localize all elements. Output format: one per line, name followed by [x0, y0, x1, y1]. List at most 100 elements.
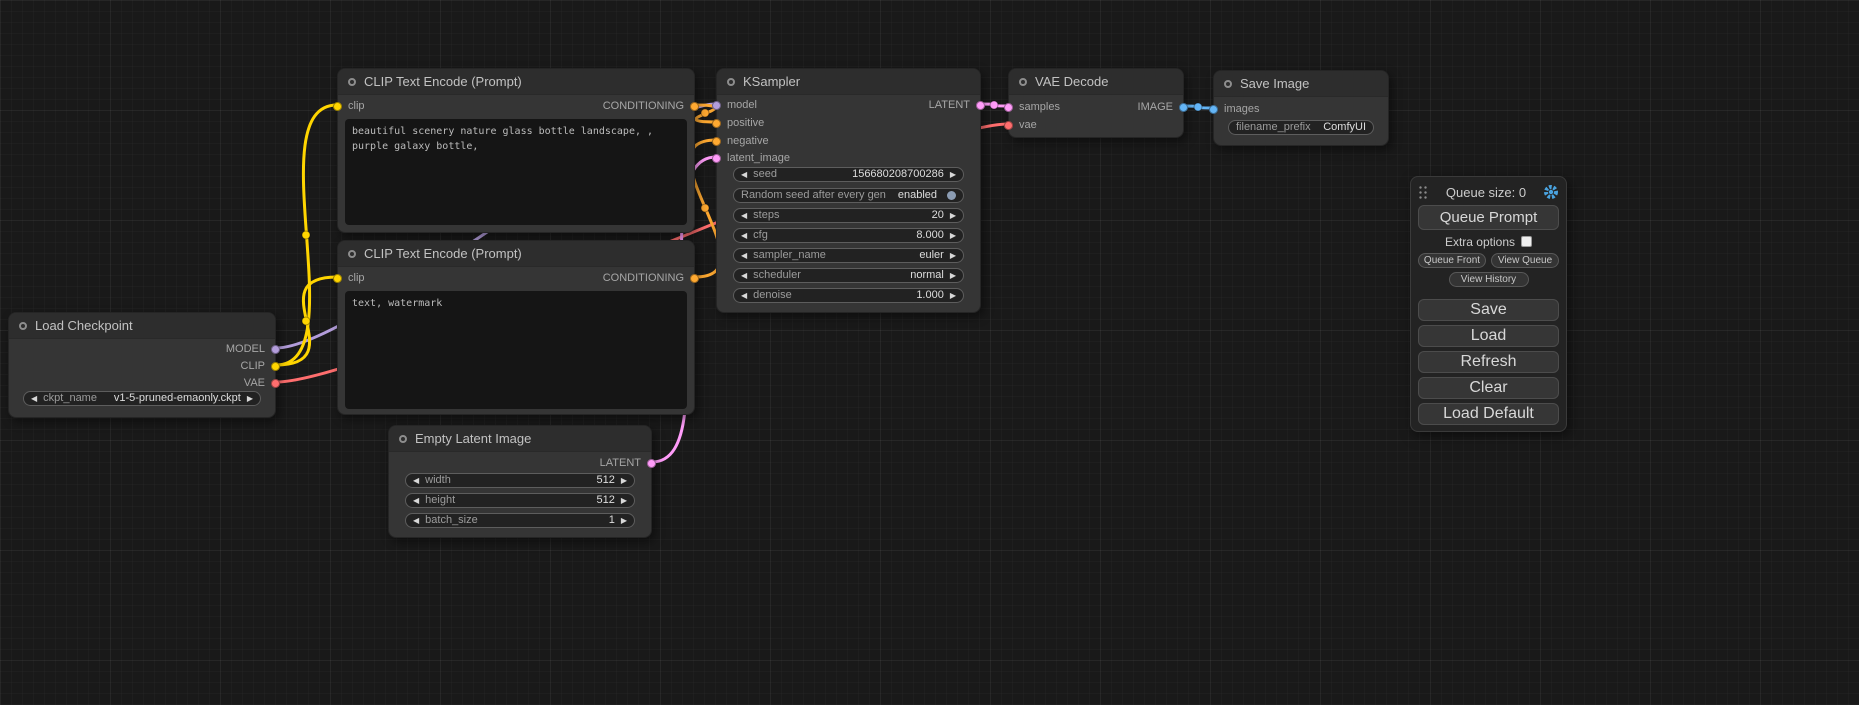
- decrement-arrow-icon[interactable]: ◀: [413, 517, 419, 525]
- decrement-arrow-icon[interactable]: ◀: [741, 252, 747, 260]
- settings-gear-icon[interactable]: [1543, 184, 1559, 200]
- node-ksampler[interactable]: KSampler model positive negative latent_…: [716, 68, 981, 313]
- decrement-arrow-icon[interactable]: ◀: [413, 477, 419, 485]
- filename-prefix-widget[interactable]: filename_prefix ComfyUI: [1228, 120, 1374, 135]
- vae-decode-output-image[interactable]: IMAGE: [1138, 101, 1188, 113]
- queue-front-button[interactable]: Queue Front: [1418, 253, 1486, 268]
- clip-encode-negative-title-bar[interactable]: CLIP Text Encode (Prompt): [338, 241, 694, 267]
- collapse-dot-icon[interactable]: [1019, 78, 1027, 86]
- node-vae-decode[interactable]: VAE Decode samples vae IMAGE: [1008, 68, 1184, 138]
- negative-prompt-textarea[interactable]: text, watermark: [345, 291, 687, 409]
- decrement-arrow-icon[interactable]: ◀: [741, 272, 747, 280]
- ksampler-title-bar[interactable]: KSampler: [717, 69, 980, 95]
- random-seed-toggle[interactable]: Random seed after every gen enabled: [733, 188, 964, 203]
- image-port-icon[interactable]: [1209, 105, 1218, 114]
- increment-arrow-icon[interactable]: ▶: [950, 272, 956, 280]
- decrement-arrow-icon[interactable]: ◀: [741, 171, 747, 179]
- drag-handle-icon[interactable]: [1418, 185, 1429, 199]
- save-button[interactable]: Save: [1418, 299, 1559, 321]
- node-save-image[interactable]: Save Image images filename_prefix ComfyU…: [1213, 70, 1389, 146]
- load-checkpoint-title-bar[interactable]: Load Checkpoint: [9, 313, 275, 339]
- latent-port-icon[interactable]: [647, 459, 656, 468]
- empty-latent-title-bar[interactable]: Empty Latent Image: [389, 426, 651, 452]
- latent-port-icon[interactable]: [712, 154, 721, 163]
- width-widget[interactable]: ◀ width 512 ▶: [405, 473, 635, 488]
- clip-negative-output-conditioning[interactable]: CONDITIONING: [603, 272, 699, 284]
- clip-positive-input-clip[interactable]: clip: [333, 100, 365, 112]
- vae-decode-input-samples[interactable]: samples: [1004, 101, 1060, 113]
- node-load-checkpoint[interactable]: Load Checkpoint MODEL CLIP VAE ◀ ckpt_na…: [8, 312, 276, 418]
- collapse-dot-icon[interactable]: [727, 78, 735, 86]
- conditioning-port-icon[interactable]: [690, 274, 699, 283]
- load-default-button[interactable]: Load Default: [1418, 403, 1559, 425]
- sampler-name-widget[interactable]: ◀ sampler_name euler ▶: [733, 248, 964, 263]
- latent-port-icon[interactable]: [976, 101, 985, 110]
- conditioning-port-icon[interactable]: [690, 102, 699, 111]
- model-port-icon[interactable]: [712, 101, 721, 110]
- load-checkpoint-output-vae[interactable]: VAE: [244, 377, 280, 389]
- increment-arrow-icon[interactable]: ▶: [950, 232, 956, 240]
- cfg-widget[interactable]: ◀ cfg 8.000 ▶: [733, 228, 964, 243]
- collapse-dot-icon[interactable]: [348, 250, 356, 258]
- collapse-dot-icon[interactable]: [348, 78, 356, 86]
- positive-prompt-textarea[interactable]: beautiful scenery nature glass bottle la…: [345, 119, 687, 225]
- collapse-dot-icon[interactable]: [19, 322, 27, 330]
- clip-port-icon[interactable]: [333, 102, 342, 111]
- vae-port-icon[interactable]: [1004, 121, 1013, 130]
- save-image-title-bar[interactable]: Save Image: [1214, 71, 1388, 97]
- increment-arrow-icon[interactable]: ▶: [247, 395, 253, 403]
- seed-widget[interactable]: ◀ seed 156680208700286 ▶: [733, 167, 964, 182]
- increment-arrow-icon[interactable]: ▶: [621, 497, 627, 505]
- ksampler-input-positive[interactable]: positive: [712, 117, 764, 129]
- increment-arrow-icon[interactable]: ▶: [621, 477, 627, 485]
- load-checkpoint-output-model[interactable]: MODEL: [226, 343, 280, 355]
- load-checkpoint-output-clip[interactable]: CLIP: [241, 360, 280, 372]
- image-port-icon[interactable]: [1179, 103, 1188, 112]
- toggle-dot-icon[interactable]: [947, 191, 956, 200]
- decrement-arrow-icon[interactable]: ◀: [741, 212, 747, 220]
- node-empty-latent-image[interactable]: Empty Latent Image LATENT ◀ width 512 ▶ …: [388, 425, 652, 538]
- refresh-button[interactable]: Refresh: [1418, 351, 1559, 373]
- decrement-arrow-icon[interactable]: ◀: [741, 292, 747, 300]
- decrement-arrow-icon[interactable]: ◀: [741, 232, 747, 240]
- increment-arrow-icon[interactable]: ▶: [950, 252, 956, 260]
- vae-decode-input-vae[interactable]: vae: [1004, 119, 1037, 131]
- clip-negative-input-clip[interactable]: clip: [333, 272, 365, 284]
- latent-port-icon[interactable]: [1004, 103, 1013, 112]
- clip-positive-output-conditioning[interactable]: CONDITIONING: [603, 100, 699, 112]
- vae-decode-title-bar[interactable]: VAE Decode: [1009, 69, 1183, 95]
- clip-port-icon[interactable]: [333, 274, 342, 283]
- load-button[interactable]: Load: [1418, 325, 1559, 347]
- height-widget[interactable]: ◀ height 512 ▶: [405, 493, 635, 508]
- increment-arrow-icon[interactable]: ▶: [950, 292, 956, 300]
- ksampler-input-negative[interactable]: negative: [712, 135, 769, 147]
- steps-widget[interactable]: ◀ steps 20 ▶: [733, 208, 964, 223]
- model-port-icon[interactable]: [271, 345, 280, 354]
- increment-arrow-icon[interactable]: ▶: [950, 212, 956, 220]
- conditioning-port-icon[interactable]: [712, 119, 721, 128]
- view-history-button[interactable]: View History: [1449, 272, 1529, 287]
- conditioning-port-icon[interactable]: [712, 137, 721, 146]
- clear-button[interactable]: Clear: [1418, 377, 1559, 399]
- clip-port-icon[interactable]: [271, 362, 280, 371]
- decrement-arrow-icon[interactable]: ◀: [31, 395, 37, 403]
- batch-size-widget[interactable]: ◀ batch_size 1 ▶: [405, 513, 635, 528]
- extra-options-checkbox[interactable]: [1521, 236, 1532, 247]
- ksampler-output-latent[interactable]: LATENT: [929, 99, 985, 111]
- empty-latent-output-latent[interactable]: LATENT: [600, 457, 656, 469]
- ksampler-input-latent-image[interactable]: latent_image: [712, 152, 790, 164]
- collapse-dot-icon[interactable]: [1224, 80, 1232, 88]
- ksampler-input-model[interactable]: model: [712, 99, 757, 111]
- clip-encode-positive-title-bar[interactable]: CLIP Text Encode (Prompt): [338, 69, 694, 95]
- node-graph-canvas[interactable]: Load Checkpoint MODEL CLIP VAE ◀ ckpt_na…: [0, 0, 1859, 705]
- denoise-widget[interactable]: ◀ denoise 1.000 ▶: [733, 288, 964, 303]
- vae-port-icon[interactable]: [271, 379, 280, 388]
- save-image-input-images[interactable]: images: [1209, 103, 1259, 115]
- node-clip-text-encode-positive[interactable]: CLIP Text Encode (Prompt) clip CONDITION…: [337, 68, 695, 233]
- increment-arrow-icon[interactable]: ▶: [950, 171, 956, 179]
- increment-arrow-icon[interactable]: ▶: [621, 517, 627, 525]
- view-queue-button[interactable]: View Queue: [1491, 253, 1559, 268]
- queue-prompt-button[interactable]: Queue Prompt: [1418, 205, 1559, 230]
- node-clip-text-encode-negative[interactable]: CLIP Text Encode (Prompt) clip CONDITION…: [337, 240, 695, 415]
- scheduler-widget[interactable]: ◀ scheduler normal ▶: [733, 268, 964, 283]
